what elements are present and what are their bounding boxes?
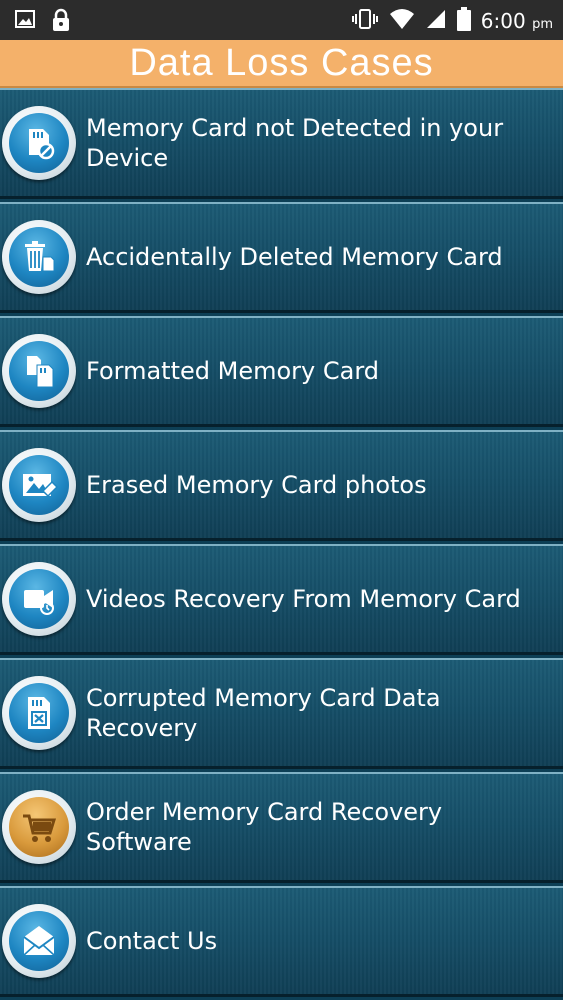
lock-icon bbox=[50, 8, 72, 36]
photo-eraser-icon bbox=[2, 448, 76, 522]
menu-item-order-software[interactable]: Order Memory Card Recovery Software bbox=[0, 772, 563, 883]
menu-item-accidentally-deleted[interactable]: Accidentally Deleted Memory Card bbox=[0, 202, 563, 313]
data-loss-menu: Memory Card not Detected in your Device … bbox=[0, 88, 563, 997]
menu-item-label: Accidentally Deleted Memory Card bbox=[86, 243, 503, 271]
signal-icon bbox=[425, 8, 447, 34]
app-header: Data Loss Cases bbox=[0, 40, 563, 88]
sd-cards-icon bbox=[2, 334, 76, 408]
corrupted-card-icon bbox=[2, 676, 76, 750]
status-bar: 6:00 pm bbox=[0, 0, 563, 40]
menu-item-label: Corrupted Memory Card Data Recovery bbox=[86, 684, 441, 742]
menu-item-formatted[interactable]: Formatted Memory Card bbox=[0, 316, 563, 427]
envelope-icon bbox=[2, 904, 76, 978]
sd-card-blocked-icon bbox=[2, 106, 76, 180]
menu-item-card-not-detected[interactable]: Memory Card not Detected in your Device bbox=[0, 88, 563, 199]
vibrate-icon bbox=[351, 8, 379, 34]
menu-item-label: Memory Card not Detected in your Device bbox=[86, 114, 504, 172]
trash-card-icon bbox=[2, 220, 76, 294]
menu-item-corrupted-recovery[interactable]: Corrupted Memory Card Data Recovery bbox=[0, 658, 563, 769]
menu-item-erased-photos[interactable]: Erased Memory Card photos bbox=[0, 430, 563, 541]
menu-item-contact-us[interactable]: Contact Us bbox=[0, 886, 563, 997]
menu-item-label: Order Memory Card Recovery Software bbox=[86, 798, 443, 856]
menu-item-label: Erased Memory Card photos bbox=[86, 471, 427, 499]
video-camera-icon bbox=[2, 562, 76, 636]
image-icon bbox=[14, 8, 36, 36]
battery-icon bbox=[456, 7, 471, 35]
menu-item-label: Formatted Memory Card bbox=[86, 357, 379, 385]
page-title: Data Loss Cases bbox=[129, 42, 434, 84]
menu-item-label: Contact Us bbox=[86, 927, 218, 955]
shopping-cart-icon bbox=[2, 790, 76, 864]
status-time: 6:00 pm bbox=[480, 9, 553, 33]
wifi-icon bbox=[389, 8, 415, 34]
menu-item-videos-recovery[interactable]: Videos Recovery From Memory Card bbox=[0, 544, 563, 655]
menu-item-label: Videos Recovery From Memory Card bbox=[86, 585, 521, 613]
